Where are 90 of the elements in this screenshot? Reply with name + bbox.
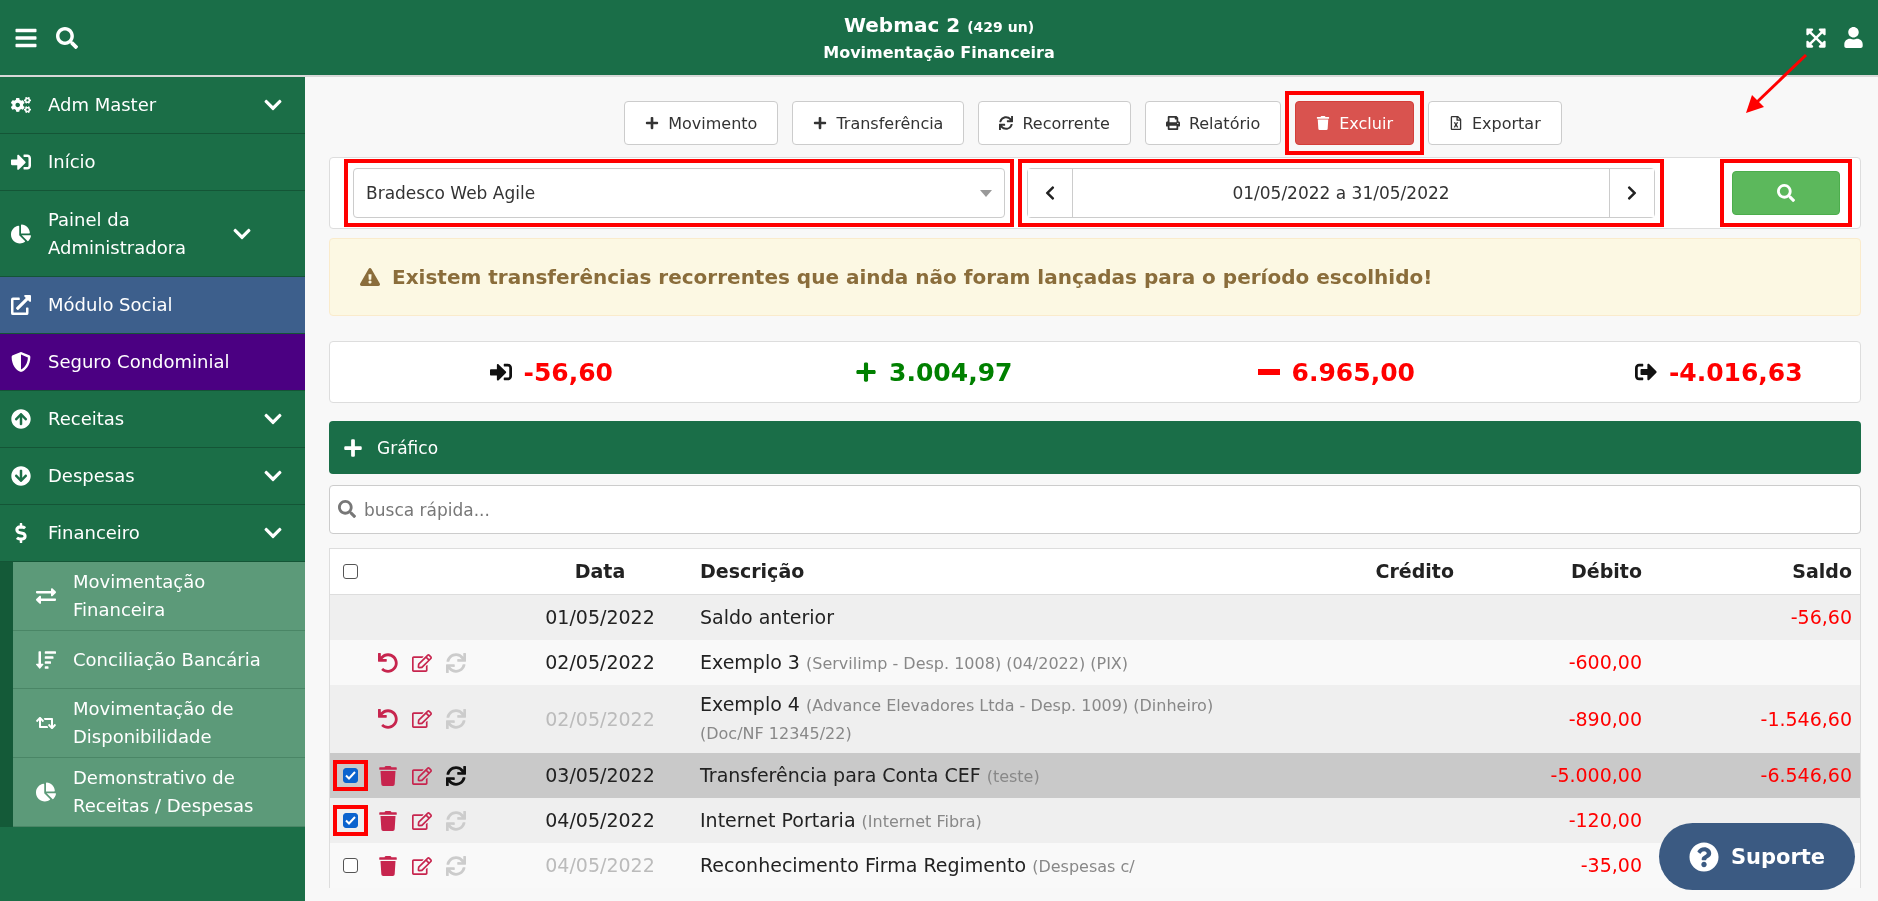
balance-cell: -6.546,60: [1760, 764, 1852, 786]
search-button[interactable]: [1732, 171, 1840, 215]
table-row[interactable]: 02/05/2022 Exemplo 3 (Servilimp - Desp. 1008) (04/2022) (PIX) -600,00: [330, 640, 1860, 685]
sidebar-item[interactable]: Seguro Condominial: [0, 334, 305, 391]
row-checkbox[interactable]: [342, 768, 358, 783]
column-header: Descrição: [699, 559, 806, 584]
question-icon: [1688, 841, 1719, 872]
balance-cell: -56,60: [1790, 606, 1852, 628]
edit-icon[interactable]: [412, 810, 432, 831]
account-select[interactable]: Bradesco Web Agile: [353, 168, 1005, 218]
app-title: Webmac 2 (429 un): [843, 13, 1035, 37]
total-value: -4.016,63: [1668, 357, 1803, 387]
edit-icon[interactable]: [412, 709, 432, 729]
edit-icon[interactable]: [412, 855, 432, 876]
total-value: 3.004,97: [889, 357, 1013, 387]
edit-icon[interactable]: [412, 652, 432, 673]
edit-icon[interactable]: [412, 765, 432, 786]
plus-icon: [813, 116, 828, 130]
debit-cell: -600,00: [1568, 651, 1642, 673]
description-cell-text: Saldo anterior: [699, 605, 836, 630]
plus-icon: [645, 116, 660, 130]
date-cell-text: 04/05/2022: [544, 808, 656, 833]
description-cell-text: Internet Portaria (Internet Fibra): [699, 807, 983, 833]
column-header: Data: [573, 559, 627, 584]
search-icon: [1777, 184, 1795, 202]
description-cell-text: Reconhecimento Firma Regimento (Despesas c/: [699, 852, 1136, 878]
undo-icon[interactable]: [378, 709, 398, 729]
exchange-arrows-icon: [36, 586, 56, 606]
date-cell-text: 02/05/2022: [544, 650, 656, 675]
toolbar-button[interactable]: Excluir: [1295, 101, 1414, 145]
toolbar-button[interactable]: Movimento: [624, 101, 779, 145]
search-icon[interactable]: [56, 26, 78, 49]
sign-in-icon: [489, 361, 512, 383]
refresh-icon[interactable]: [446, 765, 466, 786]
description-cell-text: Transferência para Conta CEF (teste): [699, 762, 1041, 788]
search-icon: [338, 500, 356, 518]
fullscreen-icon[interactable]: [1805, 26, 1827, 49]
sort-icon: [36, 649, 56, 670]
caret-down-icon: [980, 189, 992, 197]
row-checkbox[interactable]: [342, 858, 358, 873]
toolbar-button[interactable]: Relatório: [1144, 101, 1282, 145]
support-button[interactable]: Suporte: [1659, 823, 1855, 890]
toolbar-button[interactable]: Transferência: [792, 101, 965, 145]
date-cell-text: 01/05/2022: [544, 605, 656, 630]
sign-in-icon: [11, 152, 31, 172]
page-title: Movimentação Financeira: [823, 43, 1055, 62]
table-row[interactable]: 03/05/2022 Transferência para Conta CEF (teste) -5.000,00 -6.546,60: [330, 753, 1860, 798]
debit-cell: -120,00: [1568, 809, 1642, 831]
debit-cell: -5.000,00: [1550, 764, 1642, 786]
minus-icon: [1257, 369, 1280, 375]
trash-icon: [1316, 116, 1331, 130]
chart-panel-header[interactable]: Gráfico: [329, 421, 1861, 474]
plus-icon: [855, 361, 878, 383]
user-icon[interactable]: [1843, 26, 1864, 48]
gears-icon: [11, 95, 31, 115]
alert-text: Existem transferências recorrentes que ainda não foram lançadas para o período escolhido!: [392, 265, 1433, 289]
sign-out-icon: [1634, 361, 1657, 383]
toolbar-button[interactable]: Exportar: [1427, 101, 1562, 145]
shield-icon: [11, 352, 31, 372]
column-header: Saldo: [1791, 559, 1853, 584]
pie-chart-icon: [36, 782, 56, 802]
date-cell-text: 04/05/2022: [544, 853, 656, 878]
warning-icon: [360, 267, 380, 287]
description-cell-text: Exemplo 3 (Servilimp - Desp. 1008) (04/2022) (PIX): [699, 649, 1130, 675]
plus-icon: [343, 437, 363, 458]
table-row[interactable]: 04/05/2022 Internet Portaria (Internet Fibra) -120,00: [330, 798, 1860, 843]
undo-icon[interactable]: [378, 652, 398, 673]
external-link-icon: [11, 295, 31, 315]
trash-icon[interactable]: [378, 855, 398, 876]
table-row[interactable]: 01/05/2022 Saldo anterior -56,60: [330, 595, 1860, 640]
balance-cell: -1.546,60: [1760, 707, 1852, 730]
refresh-icon: [999, 116, 1014, 130]
debit-cell: -890,00: [1568, 707, 1642, 730]
quick-search-field[interactable]: busca rápida...: [329, 485, 1861, 534]
trash-icon[interactable]: [378, 810, 398, 831]
debit-cell: -35,00: [1580, 854, 1642, 876]
date-cell-text: 03/05/2022: [544, 763, 656, 788]
description-cell-text: Exemplo 4 (Advance Elevadores Ltda - Desp. 1009) (Dinheiro) (Doc/NF 12345/22): [699, 692, 1215, 745]
total-value: -56,60: [523, 357, 613, 387]
select-all-checkbox[interactable]: [342, 564, 358, 579]
column-header: Débito: [1570, 559, 1643, 584]
pie-chart-icon: [11, 223, 31, 244]
row-checkbox[interactable]: [342, 813, 358, 828]
printer-icon: [1165, 116, 1180, 130]
trash-icon[interactable]: [378, 765, 398, 786]
sidebar-item[interactable]: Módulo Social: [0, 277, 305, 334]
excel-file-icon: [1448, 116, 1463, 130]
total-value: 6.965,00: [1291, 357, 1415, 387]
column-header: Crédito: [1374, 559, 1454, 584]
toolbar-button[interactable]: Recorrente: [978, 101, 1131, 145]
